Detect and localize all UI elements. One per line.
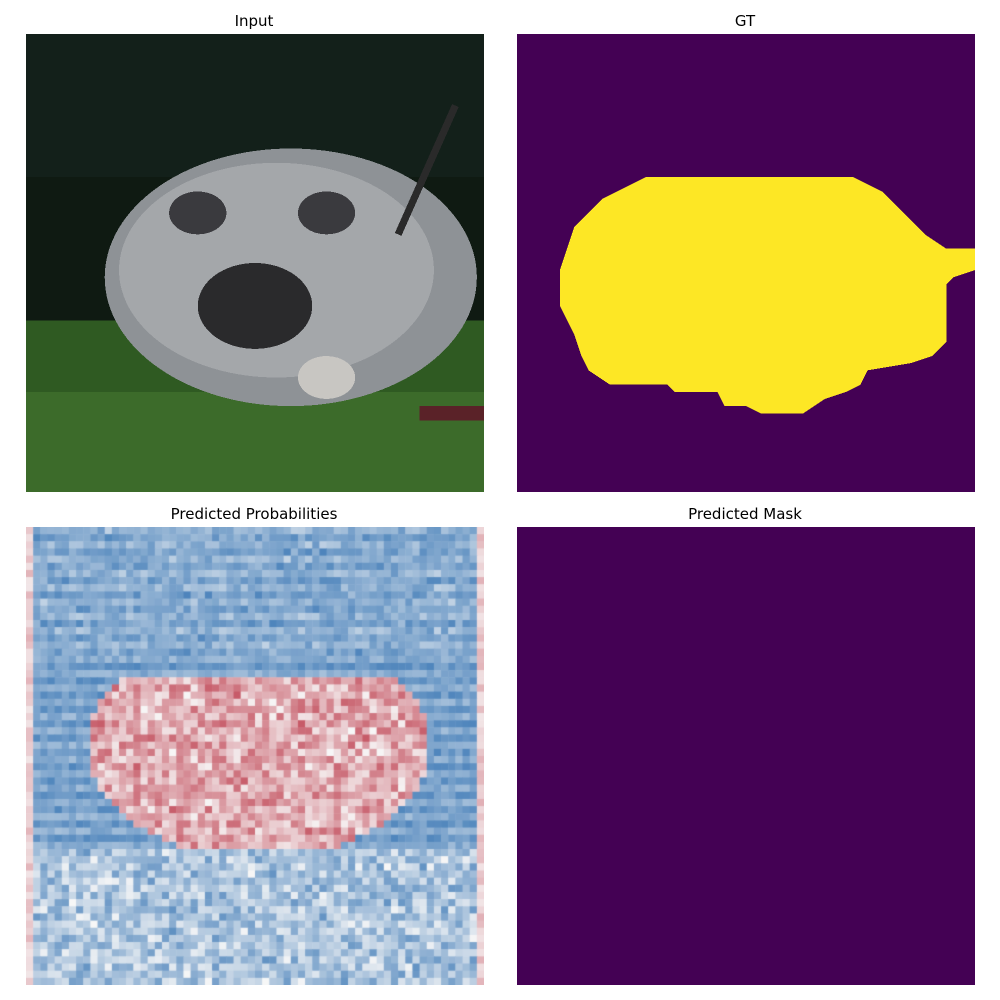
mask-panel-title: Predicted Mask	[688, 505, 802, 523]
ground-truth-mask	[517, 34, 975, 492]
probability-heatmap	[26, 527, 484, 985]
predicted-mask	[517, 527, 975, 985]
prob-panel-title: Predicted Probabilities	[170, 505, 338, 523]
input-image	[26, 34, 484, 492]
input-panel-title: Input	[234, 12, 274, 30]
gt-panel-title: GT	[734, 12, 756, 30]
